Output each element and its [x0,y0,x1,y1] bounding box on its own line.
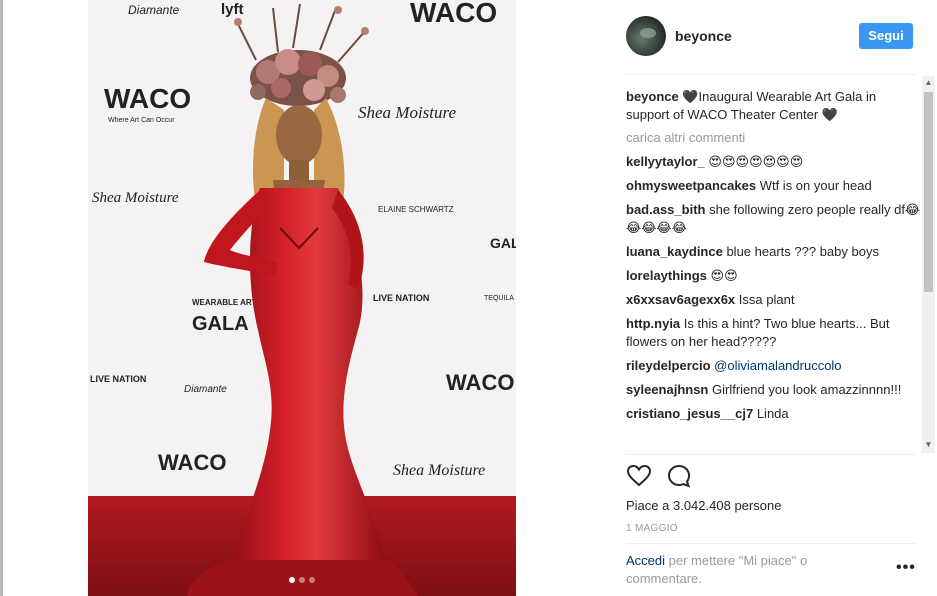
caption-username[interactable]: beyonce [626,89,679,104]
logo-lyft: lyft [221,1,244,18]
logo-waco-2: WACO [104,83,191,114]
comment-text: Linda [756,406,789,421]
comment-item: syleenajhnsn Girlfriend you look amazzin… [626,381,922,399]
comment-item: luana_kaydince blue hearts ??? baby boys [626,243,922,261]
photo-illustration: Diamante lyft WACO WACO Where Art Can Oc… [88,0,516,596]
comment-text: Girlfriend you look amazzinnnn!!! [712,382,902,397]
post-header: beyonce Segui [516,0,937,75]
logo-diamante: Diamante [128,3,180,17]
login-link[interactable]: Accedi [626,553,665,568]
comment-mention-link[interactable]: @oliviamalandruccolo [714,358,841,373]
more-options-button[interactable]: ••• [896,560,916,576]
comment-username[interactable]: rileydelpercio [626,358,711,373]
logo-waco-tagline: Where Art Can Occur [108,117,175,124]
likes-count: Piace a 3.042.408 persone [626,498,781,513]
comment-text: 😍😍 [710,268,738,283]
carousel-indicator [88,577,516,583]
comment-item: http.nyia Is this a hint? Two blue heart… [626,315,922,351]
comment-text: Wtf is on your head [759,178,872,193]
comment-text: blue hearts ??? baby boys [726,244,879,259]
post-date[interactable]: 1 MAGGIO [626,523,678,534]
comment-item: x6xxsav6agexx6x Issa plant [626,291,922,309]
logo-gala-1: GALA [192,313,249,335]
logo-livenation-1: LIVE NATION [373,293,429,303]
caption: beyonce 🖤Inaugural Wearable Art Gala in … [626,88,922,124]
scrollbar-thumb[interactable] [924,92,933,292]
heart-icon [626,464,652,487]
logo-shea-1: Shea Moisture [358,103,457,122]
logo-shea-2: Shea Moisture [92,190,179,206]
comment-username[interactable]: http.nyia [626,316,680,331]
likes-suffix: persone [730,498,782,513]
logo-tequila: TEQUILA [484,295,514,302]
scroll-down-arrow[interactable]: ▼ [922,438,935,451]
comment-text: Issa plant [738,292,795,307]
avatar[interactable] [626,16,666,56]
comment-item: lorelaythings 😍😍 [626,267,922,285]
comment-item: rileydelpercio @oliviamalandruccolo [626,357,922,375]
comment-button[interactable] [666,463,694,491]
comment-item: bad.ass_bith she following zero people r… [626,201,922,237]
post-side-panel: beyonce Segui beyonce 🖤Inaugural Wearabl… [516,0,937,596]
logo-waco-4: WACO [158,450,226,475]
logo-wearable: WEARABLE ART [192,298,257,307]
logo-livenation-2: LIVE NATION [90,374,146,384]
carousel-dot-2[interactable] [299,577,305,583]
logo-gala-2: GALA [490,235,516,251]
header-divider [626,74,916,75]
comment-text: 😍😍😍😍😍😍😍 [708,154,804,169]
logo-diamante-2: Diamante [184,384,227,395]
follow-button[interactable]: Segui [859,23,913,49]
login-prompt: Accedi per mettere "Mi piace" o commenta… [626,552,856,588]
header-username[interactable]: beyonce [675,28,732,44]
login-divider [626,543,916,544]
window-edge [0,0,3,596]
like-button[interactable] [626,463,654,491]
comment-username[interactable]: x6xxsav6agexx6x [626,292,735,307]
page-margin [0,0,88,596]
likes-prefix: Piace a [626,498,673,513]
logo-shea-3: Shea Moisture [393,462,485,479]
comment-username[interactable]: bad.ass_bith [626,202,705,217]
comment-username[interactable]: lorelaythings [626,268,707,283]
scroll-up-arrow[interactable]: ▲ [922,76,935,89]
comment-bubble-icon [667,464,691,488]
comments-list: beyonce 🖤Inaugural Wearable Art Gala in … [626,88,922,448]
comment-username[interactable]: syleenajhnsn [626,382,708,397]
comment-item: cristiano_jesus__cj7 Linda [626,405,922,423]
logo-waco-1: WACO [410,0,497,28]
carousel-dot-3[interactable] [309,577,315,583]
likes-number[interactable]: 3.042.408 [673,498,731,513]
comment-item: ohmysweetpancakes Wtf is on your head [626,177,922,195]
logo-elaine: ELAINE SCHWARTZ [378,205,454,214]
comment-username[interactable]: cristiano_jesus__cj7 [626,406,753,421]
carousel-dot-1[interactable] [289,577,295,583]
comment-username[interactable]: ohmysweetpancakes [626,178,756,193]
comment-username[interactable]: kellyytaylor_ [626,154,705,169]
logo-waco-3: WACO [446,370,514,395]
load-more-comments-link[interactable]: carica altri commenti [626,130,922,145]
actions-divider [626,454,916,455]
comment-item: kellyytaylor_ 😍😍😍😍😍😍😍 [626,153,922,171]
comment-username[interactable]: luana_kaydince [626,244,723,259]
post-photo[interactable]: Diamante lyft WACO WACO Where Art Can Oc… [88,0,516,596]
